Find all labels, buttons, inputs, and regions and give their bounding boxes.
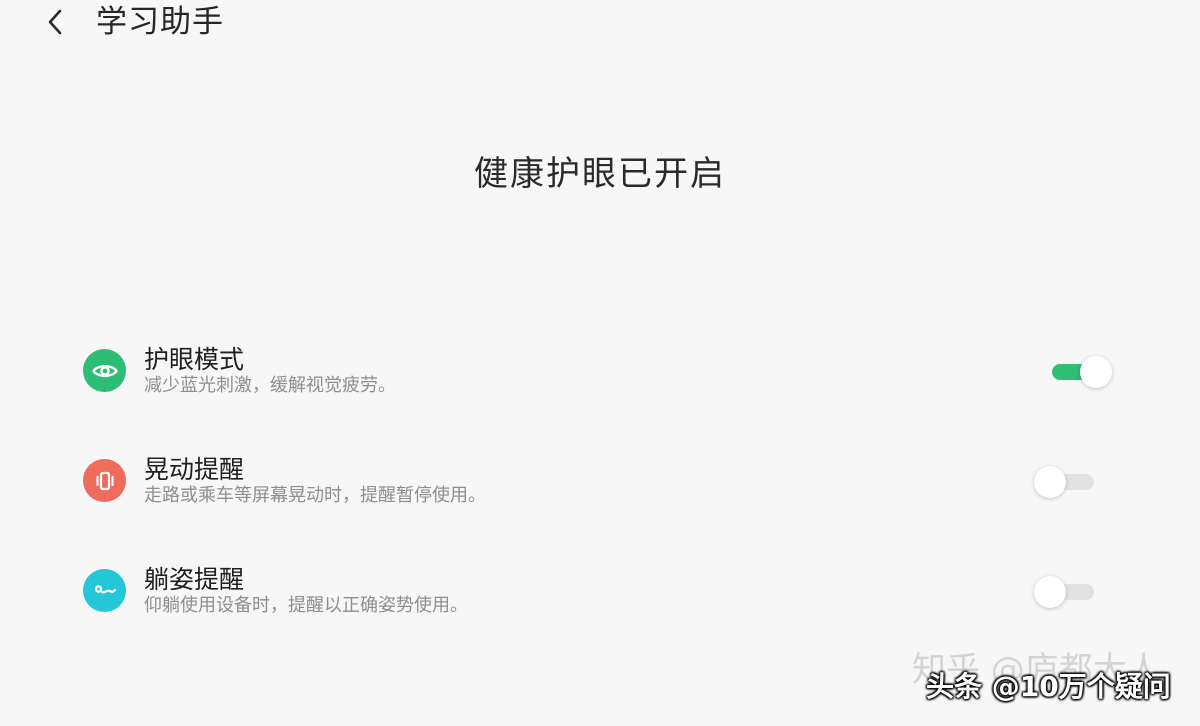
back-button[interactable]	[38, 4, 74, 40]
header-bar: 学习助手	[0, 0, 1200, 48]
lying-posture-icon	[83, 569, 126, 612]
eye-protection-status: 健康护眼已开启	[474, 154, 726, 194]
setting-desc-eye-mode: 减少蓝光刺激，缓解视觉疲劳。	[144, 375, 396, 396]
setting-row-eye-mode: 护眼模式 减少蓝光刺激，缓解视觉疲劳。	[0, 330, 1200, 420]
watermark-toutiao: 头条 @10万个疑问	[926, 670, 1171, 703]
setting-row-lying-reminder: 躺姿提醒 仰躺使用设备时，提醒以正确姿势使用。	[0, 550, 1200, 640]
toggle-thumb	[1034, 466, 1066, 498]
setting-row-shake-reminder: 晃动提醒 走路或乘车等屏幕晃动时，提醒暂停使用。	[0, 440, 1200, 530]
chevron-left-icon	[48, 9, 62, 35]
setting-desc-shake-reminder: 走路或乘车等屏幕晃动时，提醒暂停使用。	[144, 485, 486, 506]
setting-title-shake-reminder: 晃动提醒	[144, 455, 245, 484]
shake-reminder-toggle[interactable]	[1034, 465, 1098, 499]
lying-reminder-toggle[interactable]	[1034, 575, 1098, 609]
toggle-thumb	[1080, 356, 1112, 388]
setting-title-eye-mode: 护眼模式	[144, 345, 245, 374]
page-title: 学习助手	[96, 4, 224, 40]
setting-desc-lying-reminder: 仰躺使用设备时，提醒以正确姿势使用。	[144, 595, 468, 616]
phone-shake-icon	[83, 459, 126, 502]
setting-title-lying-reminder: 躺姿提醒	[144, 565, 245, 594]
eye-icon	[83, 349, 126, 392]
eye-mode-toggle[interactable]	[1048, 355, 1112, 389]
toggle-thumb	[1034, 576, 1066, 608]
